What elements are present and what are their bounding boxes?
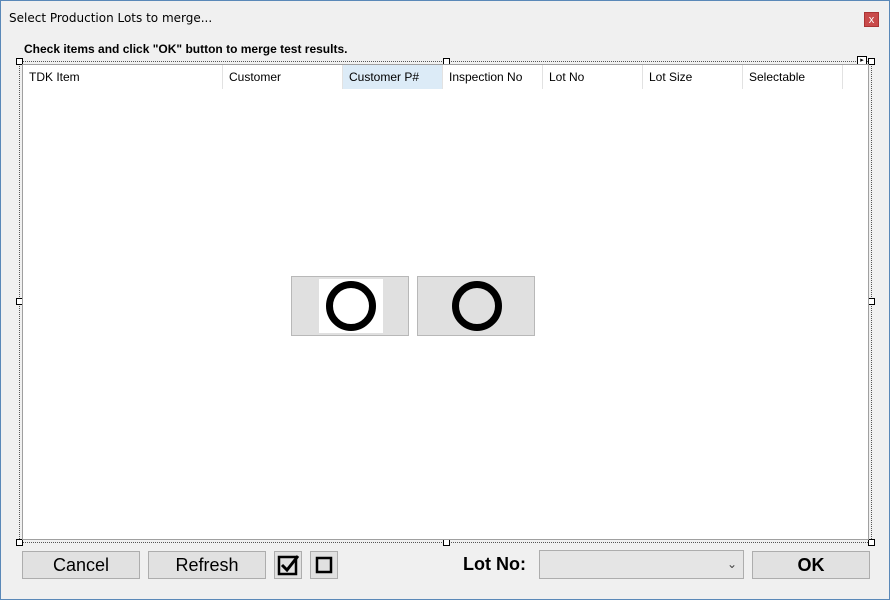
uncheck-all-button[interactable]: [310, 551, 338, 579]
column-header-selectable[interactable]: Selectable: [743, 65, 843, 89]
resize-handle-bottom-right[interactable]: [868, 539, 875, 546]
ring-icon: [326, 281, 376, 331]
column-header-customer[interactable]: Customer: [223, 65, 343, 89]
loading-indicator-2: [417, 276, 535, 336]
merge-dialog: Select Production Lots to merge... x Che…: [0, 0, 890, 600]
column-header-lot-size[interactable]: Lot Size: [643, 65, 743, 89]
check-all-button[interactable]: [274, 551, 302, 579]
title-bar: Select Production Lots to merge... x: [1, 1, 889, 32]
loading-indicator-1: [291, 276, 409, 336]
column-header-customer-pn[interactable]: Customer P#: [343, 65, 443, 89]
resize-handle-bottom-left[interactable]: [16, 539, 23, 546]
checkbox-checked-icon: [277, 555, 300, 576]
chevron-down-icon: ⌄: [726, 557, 737, 571]
lot-no-select[interactable]: ⌄: [539, 550, 744, 579]
resize-handle-middle-right[interactable]: [868, 298, 875, 305]
cancel-button[interactable]: Cancel: [22, 551, 140, 579]
close-button[interactable]: x: [864, 12, 879, 27]
loading-indicator-backdrop: [319, 279, 383, 333]
instruction-text: Check items and click "OK" button to mer…: [24, 42, 348, 56]
refresh-button[interactable]: Refresh: [148, 551, 266, 579]
column-header-lot-no[interactable]: Lot No: [543, 65, 643, 89]
resize-handle-top-right[interactable]: [868, 58, 875, 65]
grid-header: TDK Item Customer Customer P# Inspection…: [23, 65, 868, 89]
resize-handle-bottom-center[interactable]: [443, 539, 450, 546]
lot-no-label: Lot No:: [463, 554, 526, 574]
window-title: Select Production Lots to merge...: [9, 11, 213, 25]
column-header-tdk-item[interactable]: TDK Item: [23, 65, 223, 89]
ring-icon: [452, 281, 502, 331]
status-strip: [1, 591, 889, 599]
ok-button[interactable]: OK: [752, 551, 870, 579]
column-header-inspection-no[interactable]: Inspection No: [443, 65, 543, 89]
checkbox-empty-icon: [315, 556, 333, 574]
